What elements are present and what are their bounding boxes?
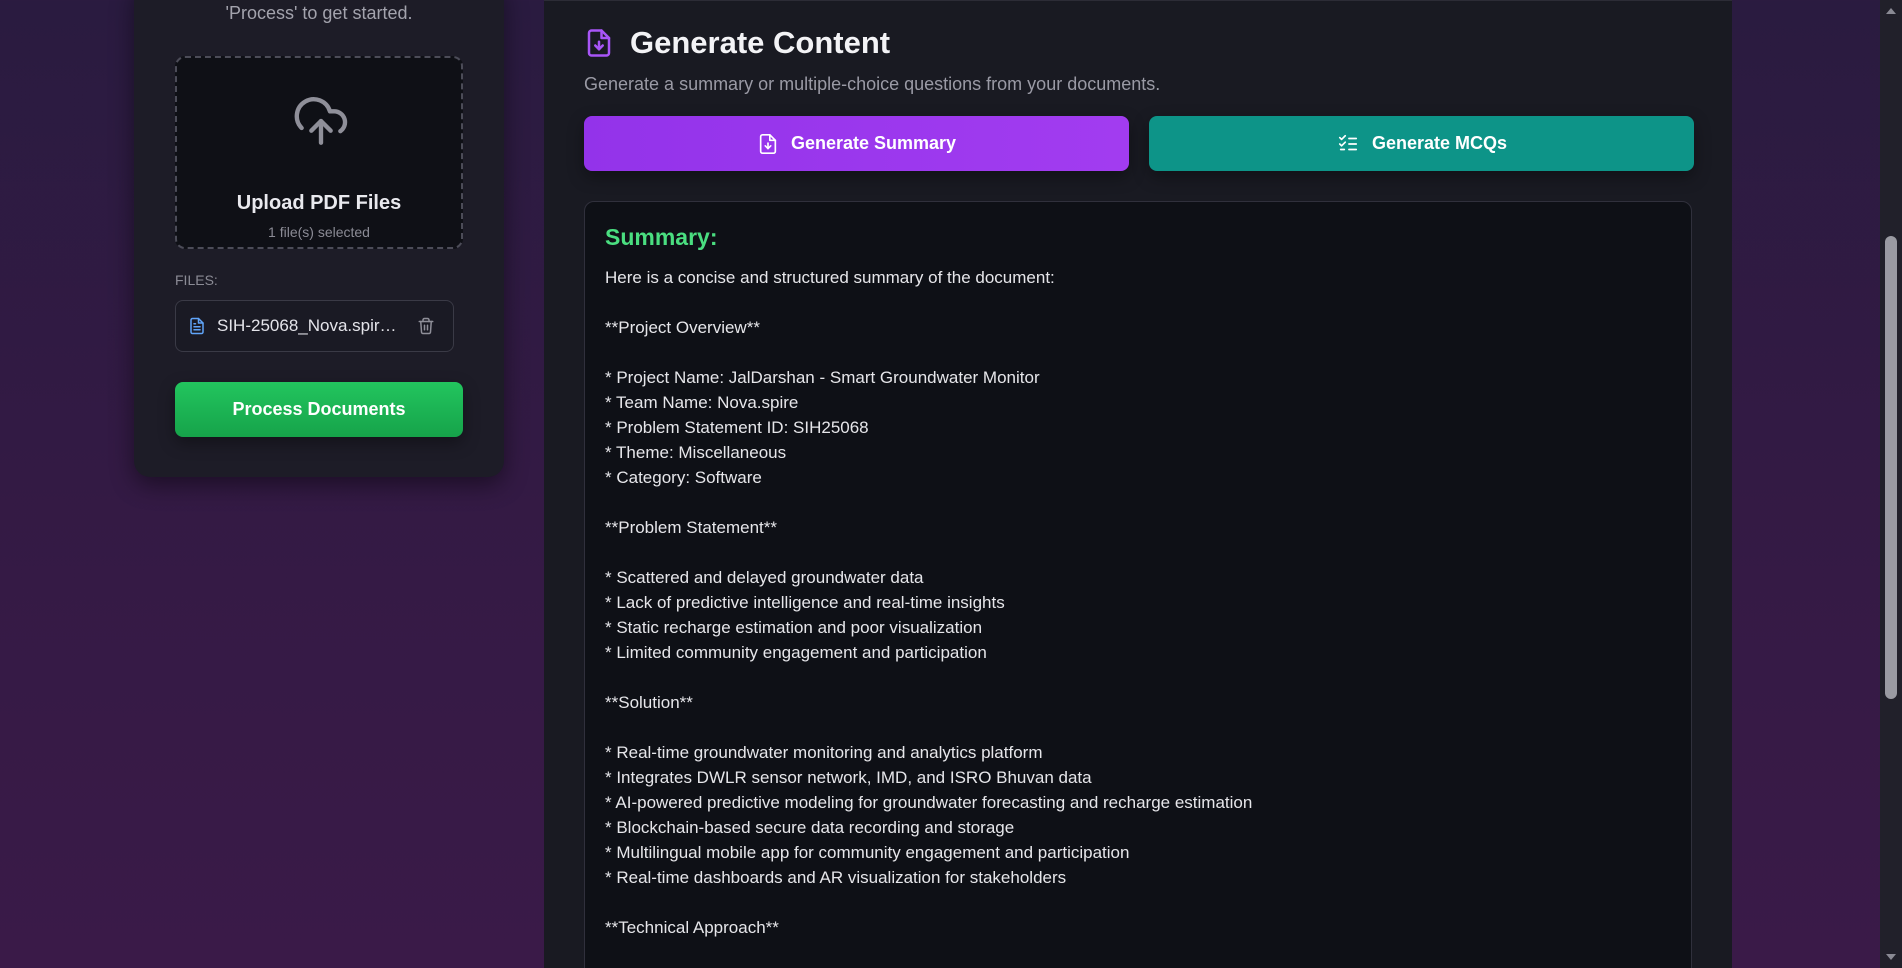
pdf-upload-dropzone[interactable]: Upload PDF Files 1 file(s) selected xyxy=(175,56,463,249)
page-scrollbar[interactable] xyxy=(1880,0,1902,968)
summary-line: Here is a concise and structured summary… xyxy=(605,268,1055,287)
cloud-upload-icon xyxy=(294,97,348,145)
summary-line: * Team Name: Nova.spire xyxy=(605,393,799,412)
generate-content-panel: Generate Content Generate a summary or m… xyxy=(544,0,1732,968)
file-text-icon xyxy=(190,317,204,335)
summary-line: * Scattered and delayed groundwater data xyxy=(605,568,924,587)
summary-line: * AI-powered predictive modeling for gro… xyxy=(605,793,1253,812)
trash-icon[interactable] xyxy=(417,316,435,336)
summary-line: * Real-time groundwater monitoring and a… xyxy=(605,743,1043,762)
panel-header: Generate Content xyxy=(584,25,890,61)
summary-line xyxy=(605,715,1671,740)
scroll-up-arrow-icon[interactable] xyxy=(1886,8,1896,14)
list-checks-icon xyxy=(1338,134,1358,150)
file-name: SIH-25068_Nova.spire... xyxy=(217,316,403,335)
summary-heading: Summary: xyxy=(605,224,718,250)
summary-line: * Real-time dashboards and AR visualizat… xyxy=(605,868,1067,887)
generate-summary-button[interactable]: Generate Summary xyxy=(584,116,1129,171)
page-subtitle: Generate a summary or multiple-choice qu… xyxy=(584,74,1161,94)
file-download-icon xyxy=(587,29,611,57)
generate-mcqs-label: Generate MCQs xyxy=(1371,133,1508,153)
generate-mcqs-button[interactable]: Generate MCQs xyxy=(1149,116,1694,171)
upload-sidebar: 'Process' to get started. Upload PDF Fil… xyxy=(134,0,504,477)
scrollbar-thumb[interactable] xyxy=(1885,236,1897,699)
page-title: Generate Content xyxy=(630,25,891,60)
summary-line: * Limited community engagement and parti… xyxy=(605,643,987,662)
summary-line: **Problem Statement** xyxy=(605,518,777,537)
generate-summary-label: Generate Summary xyxy=(790,133,957,153)
summary-line: * Static recharge estimation and poor vi… xyxy=(605,618,983,637)
summary-line: * Multilingual mobile app for community … xyxy=(605,843,1130,862)
summary-line: * Theme: Miscellaneous xyxy=(605,443,787,462)
summary-line xyxy=(605,490,1671,515)
files-label: FILES: xyxy=(175,272,218,288)
file-download-icon xyxy=(759,133,777,154)
summary-line: * Category: Software xyxy=(605,468,762,487)
sidebar-hint-text: 'Process' to get started. xyxy=(225,3,413,23)
summary-line xyxy=(605,890,1671,915)
summary-line xyxy=(605,290,1671,315)
scroll-down-arrow-icon[interactable] xyxy=(1886,954,1896,960)
upload-title: Upload PDF Files xyxy=(236,192,402,214)
summary-line: **Technical Approach** xyxy=(605,918,779,937)
upload-status: 1 file(s) selected xyxy=(268,224,370,240)
process-documents-button[interactable]: Process Documents xyxy=(175,382,463,437)
summary-content: Here is a concise and structured summary… xyxy=(605,265,1671,940)
summary-line: **Solution** xyxy=(605,693,693,712)
summary-line: **Project Overview** xyxy=(605,318,760,337)
summary-line xyxy=(605,540,1671,565)
summary-line: * Project Name: JalDarshan - Smart Groun… xyxy=(605,368,1040,387)
summary-line xyxy=(605,665,1671,690)
summary-line xyxy=(605,340,1671,365)
file-list-item: SIH-25068_Nova.spire... xyxy=(175,300,454,352)
summary-output: Summary: Here is a concise and structure… xyxy=(584,201,1692,968)
summary-line: * Problem Statement ID: SIH25068 xyxy=(605,418,869,437)
summary-line: * Integrates DWLR sensor network, IMD, a… xyxy=(605,768,1092,787)
summary-line: * Lack of predictive intelligence and re… xyxy=(605,593,1005,612)
summary-line: * Blockchain-based secure data recording… xyxy=(605,818,1015,837)
